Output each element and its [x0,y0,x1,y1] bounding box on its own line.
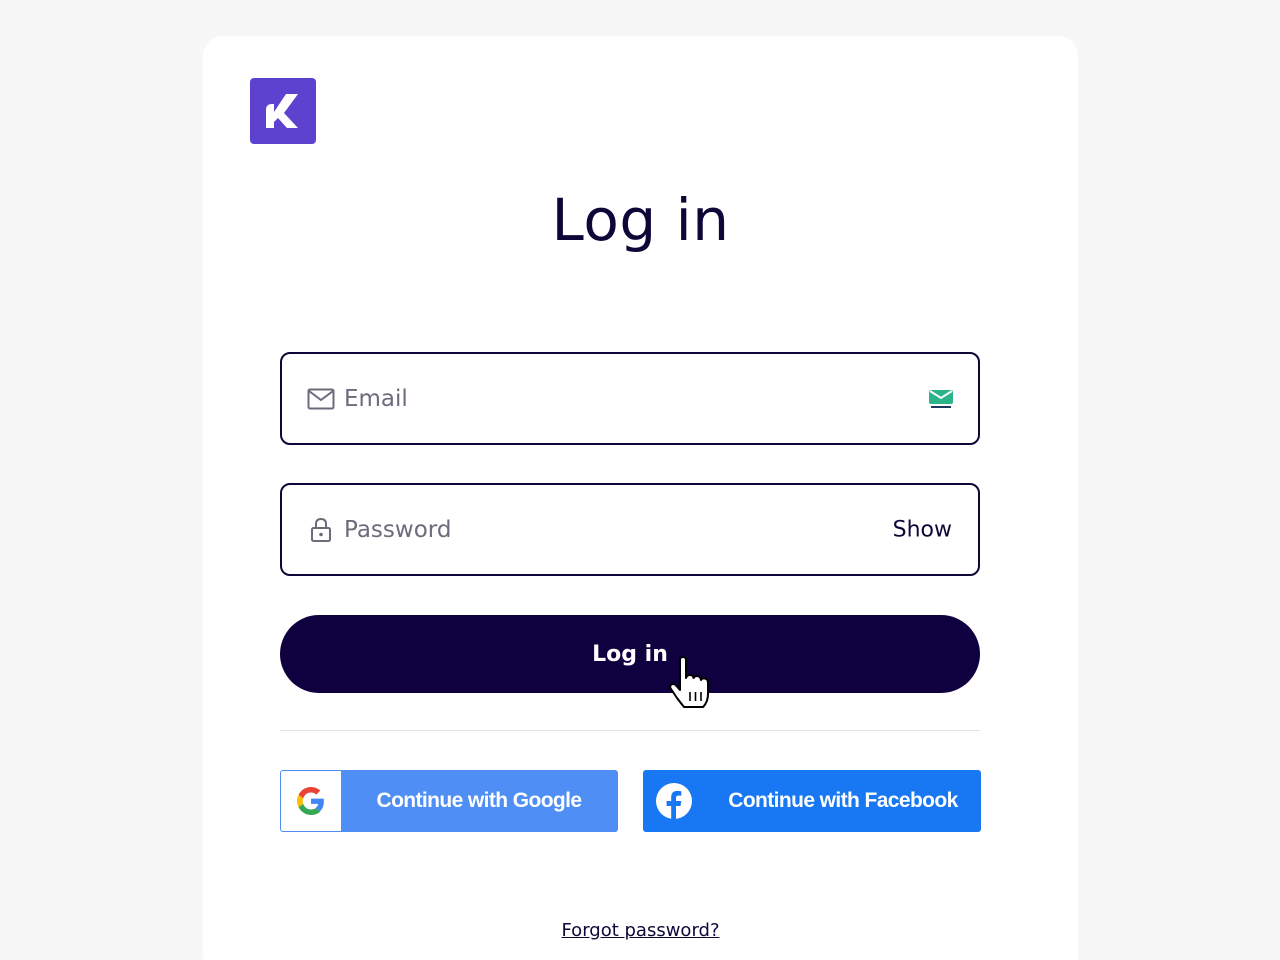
page-title: Log in [551,186,730,254]
login-button[interactable]: Log in [280,615,980,693]
email-autofill-icon[interactable] [928,388,954,410]
forgot-password-link[interactable]: Forgot password? [561,920,719,941]
continue-with-facebook-button[interactable]: Continue with Facebook [643,770,981,832]
lock-icon [306,515,336,545]
google-button-label: Continue with Google [376,789,583,812]
brand-logo [250,78,316,144]
continue-with-google-button[interactable]: Continue with Google [280,770,618,832]
google-icon [281,771,341,831]
divider [280,730,980,731]
app-window: Log in Email Show Log in Continue with G… [0,0,1280,960]
show-password-button[interactable]: Show [893,517,952,542]
login-card: Log in Email Show Log in Continue with G… [203,36,1078,960]
facebook-icon [655,782,693,820]
email-field[interactable] [280,352,980,445]
password-input[interactable] [344,485,884,574]
mail-icon [306,384,336,414]
facebook-button-label: Continue with Facebook [728,789,958,812]
k-logo-icon [266,94,298,128]
email-input[interactable] [344,354,884,443]
password-field[interactable]: Show [280,483,980,576]
forgot-password-row: Forgot password? [203,920,1078,941]
